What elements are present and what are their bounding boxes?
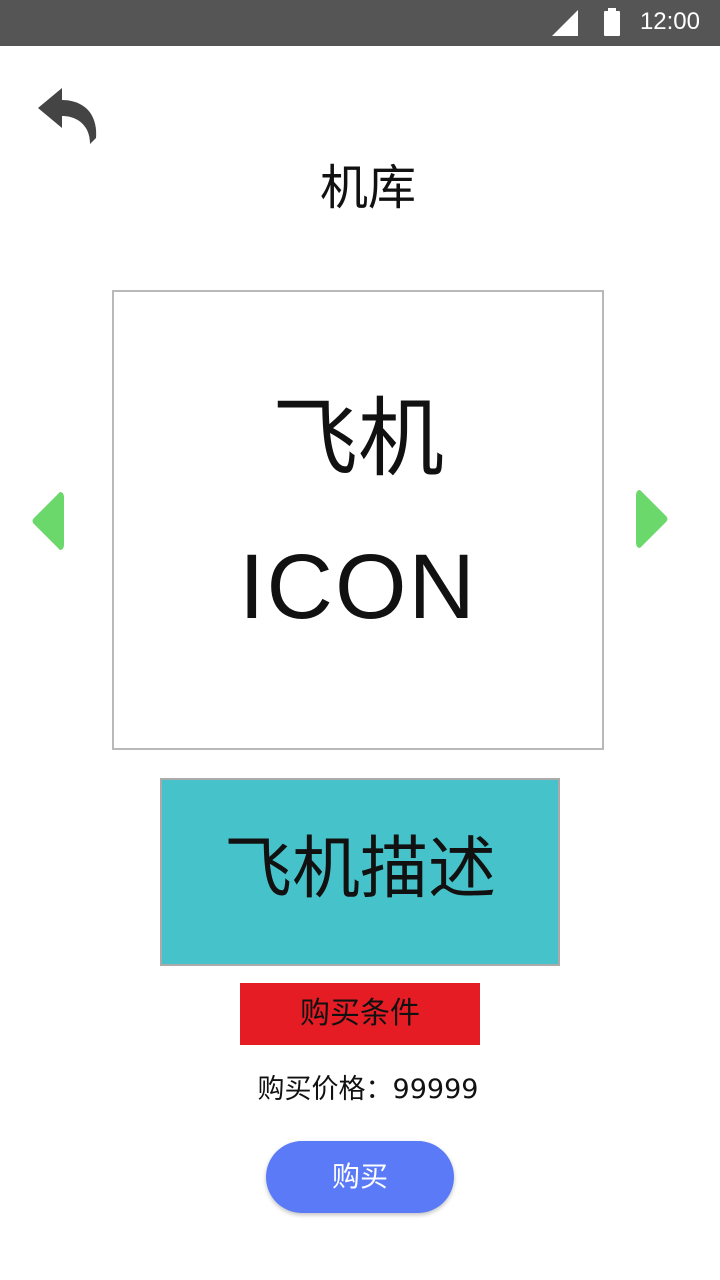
buy-button[interactable]: 购买: [266, 1141, 454, 1213]
back-button[interactable]: [34, 86, 102, 148]
plane-icon-label: 飞机: [272, 389, 444, 489]
hangar-screen: 12:00 机库 飞机 ICON 飞机描述 购买条件 购买价格：99999 购买: [0, 0, 720, 1280]
price-label: 购买价格：: [257, 1074, 393, 1105]
status-time: 12:00: [639, 8, 700, 35]
plane-description-box: 飞机描述: [160, 778, 560, 966]
page-title: 机库: [319, 160, 416, 216]
battery-icon: [604, 8, 620, 36]
plane-description: 飞机描述: [223, 830, 496, 909]
chevron-right-icon: [636, 490, 668, 548]
purchase-conditions-button[interactable]: 购买条件: [240, 983, 480, 1045]
previous-plane-button[interactable]: [28, 488, 68, 554]
signal-icon: [552, 10, 578, 36]
price-row: 购买价格：99999: [0, 1070, 720, 1110]
plane-icon-sublabel: ICON: [239, 536, 477, 638]
chevron-left-icon: [32, 492, 64, 550]
back-arrow-icon: [38, 88, 97, 144]
next-plane-button[interactable]: [632, 486, 672, 552]
price-value: 99999: [392, 1074, 479, 1105]
plane-icon-placeholder: 飞机 ICON: [112, 290, 604, 750]
status-bar: 12:00: [0, 0, 720, 46]
